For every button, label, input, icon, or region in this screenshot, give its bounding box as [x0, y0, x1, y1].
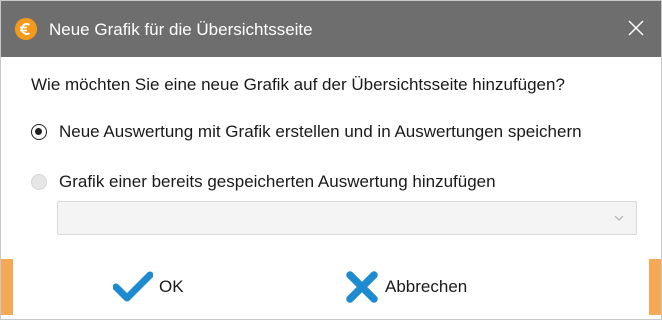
saved-report-select[interactable]	[57, 201, 637, 235]
option-new-report-label: Neue Auswertung mit Grafik erstellen und…	[59, 122, 582, 141]
window-title: Neue Grafik für die Übersichtsseite	[49, 20, 313, 39]
chevron-down-icon	[614, 215, 624, 221]
radio-existing-report[interactable]	[31, 174, 47, 190]
footer-accent-right	[649, 259, 661, 315]
close-icon	[628, 20, 644, 36]
euro-icon	[15, 18, 37, 40]
option-new-report[interactable]: Neue Auswertung mit Grafik erstellen und…	[31, 120, 582, 144]
x-icon	[346, 271, 378, 303]
dialog: Neue Grafik für die Übersichtsseite Wie …	[0, 0, 662, 320]
option-existing-report-label: Grafik einer bereits gespeicherten Auswe…	[59, 172, 496, 191]
cancel-button[interactable]: Abbrechen	[345, 269, 467, 305]
radio-new-report[interactable]	[31, 124, 47, 140]
cancel-button-label: Abbrechen	[385, 277, 468, 296]
title-bar: Neue Grafik für die Übersichtsseite	[1, 1, 661, 57]
checkmark-icon	[113, 271, 153, 302]
footer-accent-left	[1, 259, 13, 315]
close-button[interactable]	[623, 15, 649, 41]
question-text: Wie möchten Sie eine neue Grafik auf der…	[31, 75, 565, 94]
ok-button-label: OK	[159, 277, 184, 296]
ok-button[interactable]: OK	[113, 269, 184, 305]
option-existing-report[interactable]: Grafik einer bereits gespeicherten Auswe…	[31, 170, 496, 194]
